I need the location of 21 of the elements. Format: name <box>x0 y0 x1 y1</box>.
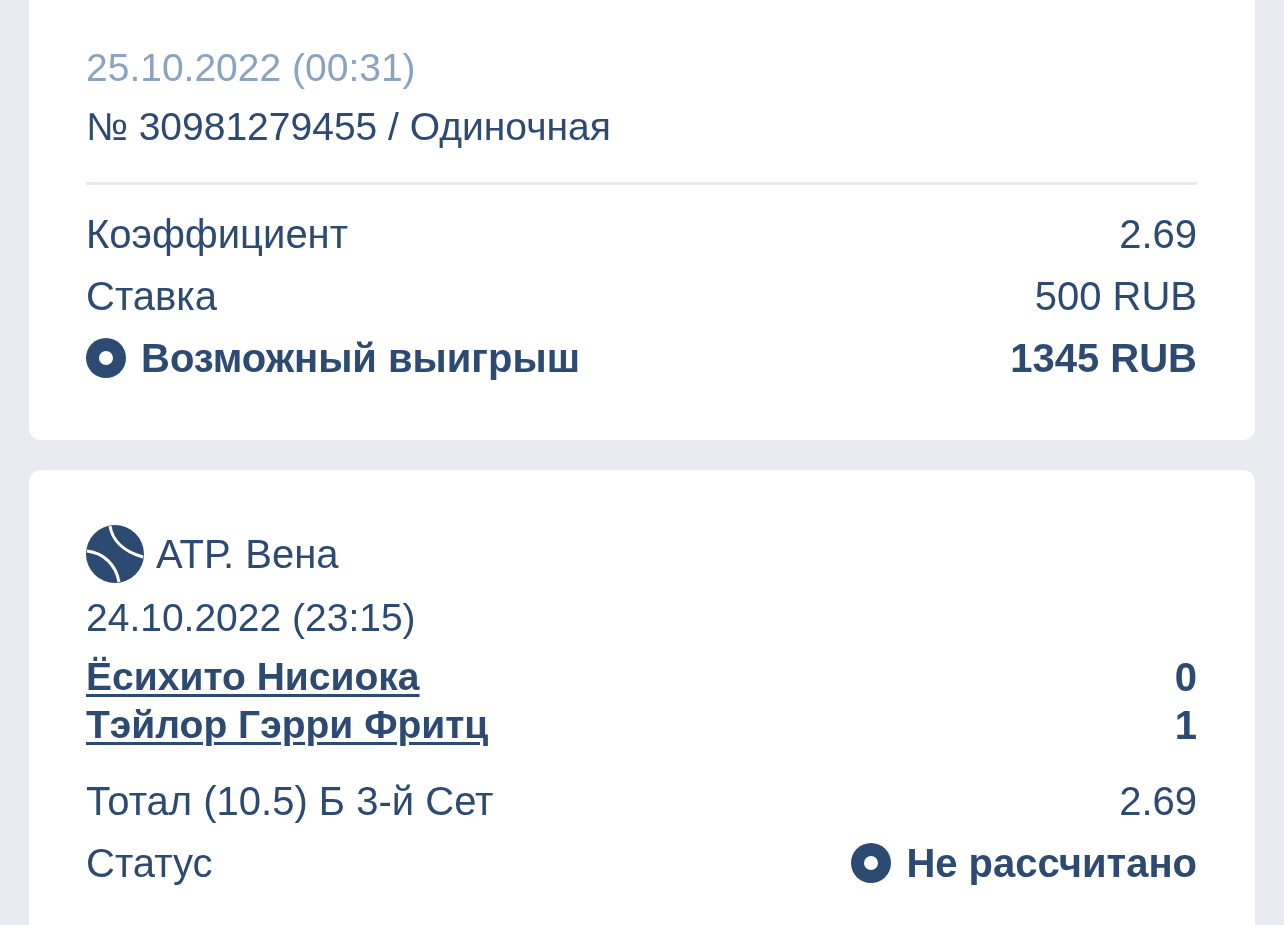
ring-dot-icon <box>86 338 126 378</box>
bet-number: № 30981279455 / Одиночная <box>86 104 611 150</box>
event-date: 24.10.2022 (23:15) <box>86 595 416 641</box>
row-label: Коэффициент <box>86 211 349 257</box>
row-value: 500 RUB <box>1034 273 1197 319</box>
row-label: Статус <box>86 840 213 886</box>
player-score: 0 <box>1174 654 1197 700</box>
status-dot-icon <box>851 843 892 883</box>
row-label: Ставка <box>86 273 217 319</box>
tennis-ball-icon <box>86 525 144 583</box>
row-label: Тотал (10.5) Б 3-й Сет <box>86 778 494 824</box>
bet-date: 25.10.2022 (00:31) <box>86 45 416 91</box>
row-value: 1345 RUB <box>1010 335 1197 381</box>
row-label: Возможный выигрыш <box>141 335 580 381</box>
player-link[interactable]: Ёсихито Нисиока <box>86 655 420 699</box>
player-link[interactable]: Тэйлор Гэрри Фритц <box>86 703 489 747</box>
status-value: Не рассчитано <box>906 840 1197 886</box>
row-value: 2.69 <box>1119 778 1197 824</box>
tournament-name: АТР. Вена <box>156 531 339 577</box>
player-score: 1 <box>1174 702 1197 748</box>
row-value: 2.69 <box>1119 211 1197 257</box>
